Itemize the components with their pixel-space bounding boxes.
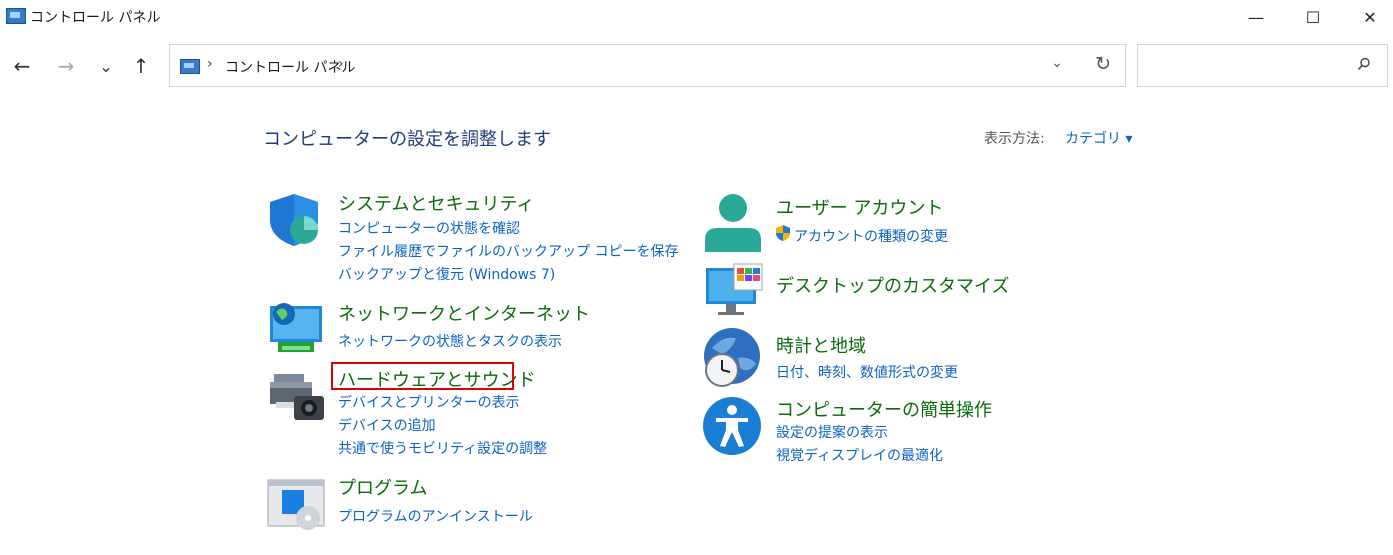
network-icon[interactable] — [266, 300, 326, 360]
link-network-status-tasks[interactable]: ネットワークの状態とタスクの表示 — [338, 331, 562, 351]
category-title-system-security[interactable]: システムとセキュリティ — [338, 190, 534, 216]
close-button[interactable]: ✕ — [1347, 0, 1393, 34]
link-add-device[interactable]: デバイスの追加 — [338, 415, 436, 435]
link-change-account-type[interactable]: アカウントの種類の変更 — [794, 226, 948, 246]
breadcrumb-separator[interactable]: › — [338, 56, 344, 72]
link-backup-restore[interactable]: バックアップと復元 (Windows 7) — [338, 264, 555, 284]
address-dropdown-button[interactable]: ⌄ — [1051, 55, 1063, 71]
link-optimize-visual-display[interactable]: 視覚ディスプレイの最適化 — [776, 445, 943, 465]
category-title-clock-region[interactable]: 時計と地域 — [776, 332, 866, 358]
clock-globe-icon[interactable] — [702, 328, 762, 388]
uac-shield-icon — [776, 225, 790, 241]
maximize-button[interactable]: ☐ — [1290, 0, 1336, 34]
link-devices-printers[interactable]: デバイスとプリンターの表示 — [338, 392, 520, 412]
forward-button[interactable]: → — [52, 52, 80, 80]
desktop-icon[interactable] — [704, 262, 764, 322]
breadcrumb-control-panel[interactable]: コントロール パネル — [225, 57, 355, 77]
search-icon[interactable] — [1357, 57, 1371, 71]
view-by-dropdown[interactable]: カテゴリ ▾ — [1065, 128, 1132, 148]
category-title-desktop-customize[interactable]: デスクトップのカスタマイズ — [776, 272, 1009, 298]
link-check-computer-status[interactable]: コンピューターの状態を確認 — [338, 218, 520, 238]
up-button[interactable]: ↑ — [127, 52, 155, 80]
minimize-button[interactable]: — — [1233, 0, 1279, 34]
view-by-label: 表示方法: — [984, 131, 1045, 147]
link-uninstall-program[interactable]: プログラムのアンインストール — [338, 506, 533, 526]
shield-icon[interactable] — [266, 190, 326, 250]
link-date-time-number-format[interactable]: 日付、時刻、数値形式の変更 — [776, 362, 958, 382]
user-icon[interactable] — [703, 192, 763, 252]
refresh-button[interactable]: ↻ — [1095, 53, 1111, 75]
address-bar[interactable]: › コントロール パネル › ⌄ ↻ — [169, 44, 1126, 87]
control-panel-icon — [6, 8, 26, 24]
printer-camera-icon[interactable] — [266, 366, 326, 426]
link-file-history-backup[interactable]: ファイル履歴でファイルのバックアップ コピーを保存 — [338, 241, 678, 261]
breadcrumb-separator: › — [207, 56, 213, 72]
title-bar: コントロール パネル — ☐ ✕ — [0, 0, 1393, 34]
page-heading: コンピューターの設定を調整します — [263, 129, 551, 150]
link-mobility-settings[interactable]: 共通で使うモビリティ設定の調整 — [338, 438, 547, 458]
highlight-box — [331, 362, 514, 390]
control-panel-icon — [180, 59, 200, 74]
category-title-ease-of-access[interactable]: コンピューターの簡単操作 — [776, 396, 992, 422]
category-title-user-accounts[interactable]: ユーザー アカウント — [776, 194, 943, 220]
category-title-network-internet[interactable]: ネットワークとインターネット — [338, 300, 590, 326]
link-suggested-settings[interactable]: 設定の提案の表示 — [776, 422, 888, 442]
accessibility-icon[interactable] — [702, 396, 762, 456]
back-button[interactable]: ← — [8, 52, 36, 80]
recent-locations-button[interactable]: ⌄ — [92, 52, 120, 80]
search-box[interactable] — [1137, 44, 1388, 87]
window-title: コントロール パネル — [30, 10, 161, 26]
category-title-programs[interactable]: プログラム — [338, 474, 427, 500]
programs-icon[interactable] — [266, 474, 326, 534]
